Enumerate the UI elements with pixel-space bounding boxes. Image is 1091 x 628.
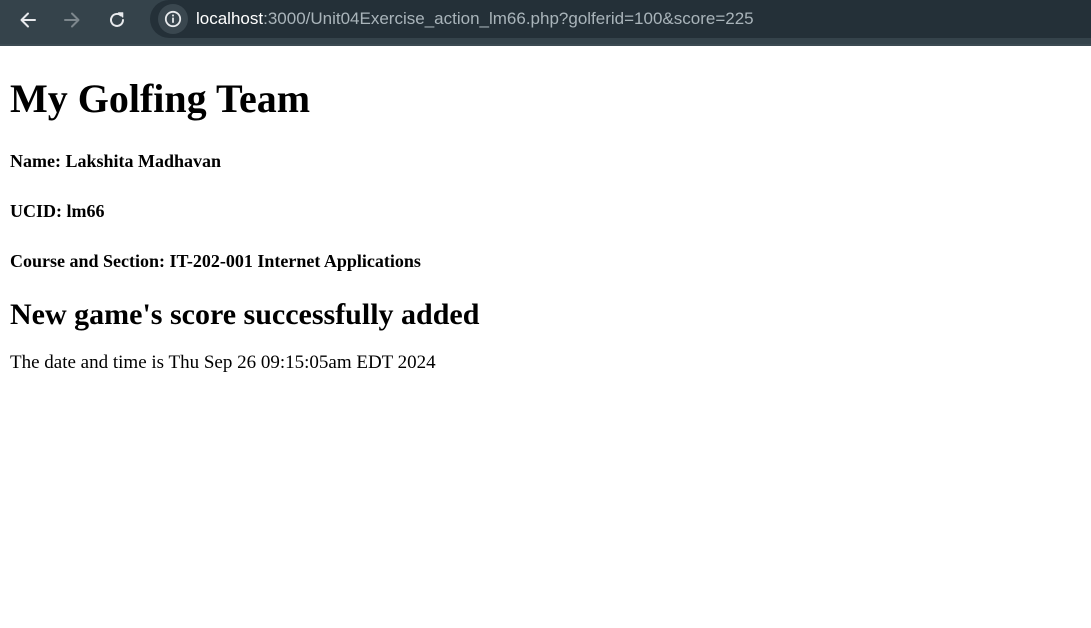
page-content: My Golfing Team Name: Lakshita Madhavan … [10, 48, 1080, 374]
url-text[interactable]: localhost:3000/Unit04Exercise_action_lm6… [196, 9, 754, 29]
reload-button[interactable] [102, 5, 132, 35]
date-time-text: The date and time is Thu Sep 26 09:15:05… [10, 352, 436, 373]
address-bar[interactable]: localhost:3000/Unit04Exercise_action_lm6… [150, 0, 1091, 38]
page-title: My Golfing Team [10, 76, 311, 121]
info-icon [164, 10, 182, 28]
site-info-button[interactable] [158, 4, 188, 34]
url-path: :3000/Unit04Exercise_action_lm66.php?gol… [263, 9, 754, 28]
arrow-right-icon [64, 12, 80, 28]
reload-icon [110, 12, 124, 27]
student-name: Name: Lakshita Madhavan [10, 151, 222, 171]
forward-button[interactable] [57, 5, 87, 35]
arrow-left-icon [20, 12, 36, 28]
back-button[interactable] [13, 5, 43, 35]
course-section: Course and Section: IT-202-001 Internet … [10, 251, 421, 271]
browser-toolbar: localhost:3000/Unit04Exercise_action_lm6… [0, 0, 1091, 46]
student-ucid: UCID: lm66 [10, 201, 105, 221]
url-host: localhost [196, 9, 264, 28]
status-message: New game's score successfully added [10, 298, 480, 331]
